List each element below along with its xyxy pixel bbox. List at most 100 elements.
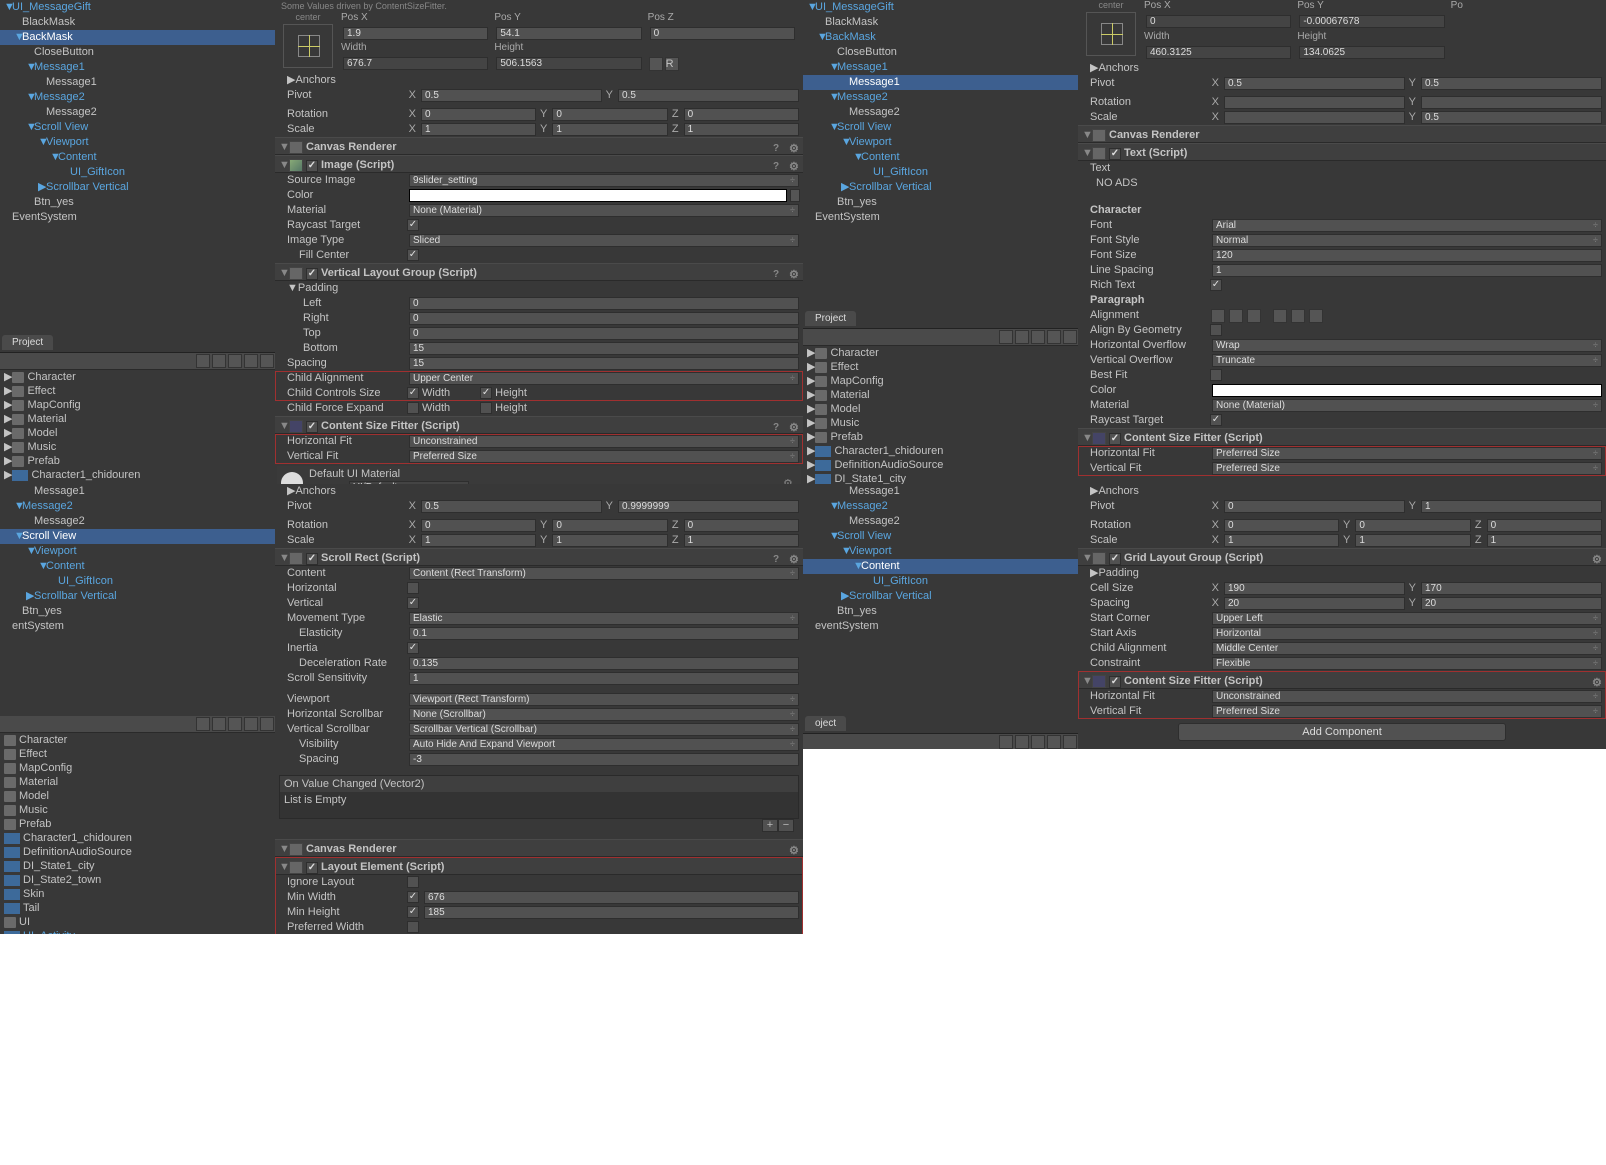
hierarchy-item[interactable]: ▼ Message2 (0, 90, 275, 105)
hierarchy-item[interactable]: Btn_yes (803, 604, 1078, 619)
project-item[interactable]: ▶Model (803, 402, 1078, 416)
fontsize-field[interactable]: 120 (1212, 249, 1602, 262)
scale-x[interactable]: 1 (421, 534, 536, 547)
ctrl-height-checkbox[interactable] (480, 387, 492, 399)
rot-z[interactable]: 0 (684, 519, 799, 532)
force-width-checkbox[interactable] (407, 402, 419, 414)
help-icon[interactable]: ? (773, 419, 785, 431)
hierarchy-panel[interactable]: Message1▼ Message2Message2▼ Scroll View▼… (803, 484, 1078, 634)
minheight-field[interactable]: 185 (424, 906, 799, 919)
project-item[interactable]: Skin (0, 887, 275, 901)
vfit-dropdown[interactable]: Preferred Size (409, 450, 799, 463)
raw-toggle[interactable]: R (665, 57, 679, 71)
scale-y[interactable]: 1 (552, 534, 667, 547)
hierarchy-item[interactable]: ▼ Viewport (0, 135, 275, 150)
pivot-x[interactable]: 0.5 (1224, 77, 1405, 90)
anchors-foldout[interactable]: Anchors (1098, 484, 1218, 499)
padding-foldout[interactable]: Padding (1098, 566, 1218, 581)
scroll-rect-header[interactable]: ▼Scroll Rect (Script)⚙? (275, 548, 803, 566)
canvas-renderer-header[interactable]: ▼Canvas Renderer (1078, 125, 1606, 143)
scale-y[interactable]: 0.5 (1421, 111, 1602, 124)
glg-header[interactable]: ▼Grid Layout Group (Script)⚙ (1078, 548, 1606, 566)
project-tree[interactable]: ▶Character▶Effect▶MapConfig▶Material▶Mod… (803, 346, 1078, 484)
scroll-rect-enable-checkbox[interactable] (306, 553, 318, 565)
help-icon[interactable]: ? (773, 551, 785, 563)
vscrollbar-field[interactable]: Scrollbar Vertical (Scrollbar) (409, 723, 799, 736)
hierarchy-item[interactable]: ▶ Scrollbar Vertical (0, 589, 275, 604)
vfit-dropdown[interactable]: Preferred Size (1212, 705, 1602, 718)
startcorner-dropdown[interactable]: Upper Left (1212, 612, 1602, 625)
project-item[interactable]: UI (0, 915, 275, 929)
toolbar-btn[interactable] (1047, 330, 1061, 344)
material-field[interactable]: None (Material) (1212, 399, 1602, 412)
toolbar-btn[interactable] (1015, 735, 1029, 749)
rot-y[interactable]: 0 (552, 108, 667, 121)
anchors-foldout[interactable]: Anchors (1098, 61, 1218, 76)
viewport-field[interactable]: Viewport (Rect Transform) (409, 693, 799, 706)
project-tab[interactable]: Project (2, 335, 53, 350)
hfit-dropdown[interactable]: Unconstrained (1212, 690, 1602, 703)
canvas-renderer-header[interactable]: ▼Canvas Renderer⚙ (275, 839, 803, 857)
constraint-dropdown[interactable]: Flexible (1212, 657, 1602, 670)
project-tab[interactable]: Project (805, 311, 856, 326)
rot-x[interactable] (1224, 96, 1405, 109)
pivot-x[interactable]: 0.5 (421, 89, 602, 102)
scale-x[interactable]: 1 (1224, 534, 1339, 547)
hfit-dropdown[interactable]: Unconstrained (409, 435, 799, 448)
help-icon[interactable]: ? (773, 266, 785, 278)
toolbar-btn[interactable] (244, 354, 258, 368)
hierarchy-panel[interactable]: ▼ UI_MessageGiftBlackMask▼ BackMaskClose… (803, 0, 1078, 225)
decel-field[interactable]: 0.135 (409, 657, 799, 670)
scale-z[interactable]: 1 (684, 534, 799, 547)
pad-right-field[interactable]: 0 (409, 312, 799, 325)
spacing-y[interactable]: 20 (1421, 597, 1602, 610)
posy-field[interactable]: -0.00067678 (1299, 15, 1444, 28)
on-value-changed-event[interactable]: On Value Changed (Vector2) List is Empty… (279, 775, 799, 819)
rot-z[interactable]: 0 (1487, 519, 1602, 532)
project-tab[interactable]: oject (805, 716, 846, 731)
hierarchy-item[interactable]: ▼ UI_MessageGift (803, 0, 1078, 15)
hierarchy-item[interactable]: UI_GiftIcon (803, 574, 1078, 589)
child-align-dropdown[interactable]: Upper Center (409, 372, 799, 385)
gear-icon[interactable]: ⚙ (783, 477, 795, 484)
csf-header[interactable]: ▼Content Size Fitter (Script) (1078, 428, 1606, 446)
hierarchy-item[interactable]: ▼ Message2 (803, 499, 1078, 514)
hscrollbar-field[interactable]: None (Scrollbar) (409, 708, 799, 721)
project-item[interactable]: ▶Prefab (803, 430, 1078, 444)
toolbar-btn[interactable] (260, 354, 274, 368)
anchor-preset-button[interactable] (283, 24, 333, 68)
scale-z[interactable]: 1 (684, 123, 799, 136)
raycast-checkbox[interactable] (407, 219, 419, 231)
hierarchy-item[interactable]: ▼ Message1 (0, 60, 275, 75)
scale-y[interactable]: 1 (552, 123, 667, 136)
toolbar-btn[interactable] (1031, 330, 1045, 344)
gear-icon[interactable]: ⚙ (789, 551, 801, 563)
project-item[interactable]: ▶MapConfig (0, 398, 275, 412)
sb-spacing-field[interactable]: -3 (409, 753, 799, 766)
hierarchy-item[interactable]: UI_GiftIcon (0, 574, 275, 589)
project-tree[interactable]: CharacterEffectMapConfigMaterialModelMus… (0, 733, 275, 934)
posx-field[interactable]: 0 (1146, 15, 1291, 28)
csf-enable-checkbox[interactable] (1109, 676, 1121, 688)
hfit-dropdown[interactable]: Preferred Size (1212, 447, 1602, 460)
glg-enable-checkbox[interactable] (1109, 553, 1121, 565)
align-middle-button[interactable] (1291, 309, 1305, 323)
toolbar-btn[interactable] (1031, 735, 1045, 749)
vlg-enable-checkbox[interactable] (306, 268, 318, 280)
hierarchy-item[interactable]: ▼ Content (0, 559, 275, 574)
padding-foldout[interactable]: Padding (298, 281, 418, 296)
project-item[interactable]: ▶Effect (0, 384, 275, 398)
pivot-y[interactable]: 0.5 (618, 89, 799, 102)
project-item[interactable]: ▶Character (0, 370, 275, 384)
pivot-x[interactable]: 0.5 (421, 500, 602, 513)
blueprint-toggle[interactable] (649, 57, 663, 71)
hierarchy-item[interactable]: ▶ Scrollbar Vertical (803, 180, 1078, 195)
minwidth-checkbox[interactable] (407, 891, 419, 903)
hierarchy-item[interactable]: Message1 (803, 484, 1078, 499)
project-item[interactable]: Music (0, 803, 275, 817)
color-field[interactable] (409, 189, 787, 202)
vfit-dropdown[interactable]: Preferred Size (1212, 462, 1602, 475)
v-overflow-dropdown[interactable]: Truncate (1212, 354, 1602, 367)
material-row[interactable]: Default UI MaterialShader UI/Default⚙ (277, 466, 801, 484)
elasticity-field[interactable]: 0.1 (409, 627, 799, 640)
